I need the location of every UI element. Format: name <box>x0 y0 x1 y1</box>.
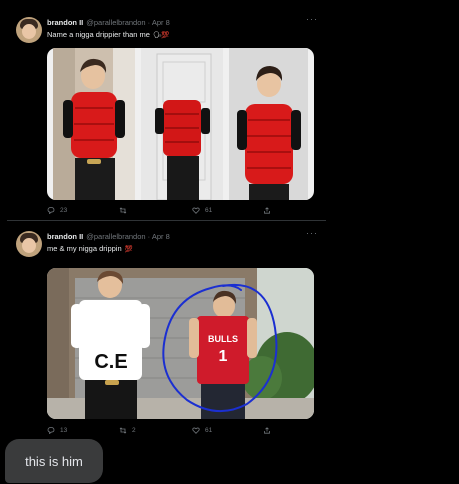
tweet-emoji: 💯 <box>124 246 133 253</box>
share-button[interactable] <box>263 207 271 214</box>
reply-count: 13 <box>60 427 68 434</box>
share-icon <box>264 427 270 434</box>
jersey-number: 1 <box>219 348 228 365</box>
tweet-text: Name a nigga drippier than me 🗣💯 <box>47 30 169 39</box>
photo-back-image <box>141 48 223 200</box>
tweet[interactable]: brandon II @parallelbrandon · Apr 8 ··· N… <box>7 8 326 221</box>
reply-button[interactable]: 13 <box>47 427 67 434</box>
tweet-header: brandon II @parallelbrandon · Apr 8 <box>47 232 170 241</box>
share-icon <box>264 207 270 214</box>
handle-and-date: @parallelbrandon · Apr 8 <box>86 18 170 27</box>
heart-icon <box>192 207 200 214</box>
tweet-text-body: Name a nigga drippier than me <box>47 30 150 39</box>
tweet[interactable]: brandon II @parallelbrandon · Apr 8 ··· m… <box>7 222 326 440</box>
retweet-button[interactable]: 2 <box>119 427 136 434</box>
tweet-divider <box>7 220 326 221</box>
photo-front-2-image <box>229 48 308 200</box>
handle-and-date: @parallelbrandon · Apr 8 <box>86 232 170 241</box>
chat-message-bubble[interactable]: this is him <box>5 439 103 483</box>
tweet-header: brandon II @parallelbrandon · Apr 8 <box>47 18 170 27</box>
share-button[interactable] <box>263 427 271 434</box>
photo-front-2[interactable] <box>229 48 308 200</box>
retweet-count: 2 <box>132 427 136 434</box>
like-count: 61 <box>205 427 213 434</box>
more-options-icon[interactable]: ··· <box>306 228 318 238</box>
photo-front[interactable] <box>53 48 135 200</box>
tweet-text: me & my nigga drippin 💯 <box>47 244 133 253</box>
more-options-icon[interactable]: ··· <box>306 14 318 24</box>
tweet-emoji: 🗣💯 <box>153 32 170 39</box>
reply-icon <box>47 207 55 214</box>
retweet-icon <box>119 207 127 214</box>
reply-button[interactable]: 23 <box>47 207 67 214</box>
chat-message-text: this is him <box>25 453 83 469</box>
reply-count: 23 <box>60 207 68 214</box>
retweet-icon <box>119 427 127 434</box>
like-button[interactable]: 61 <box>192 427 212 434</box>
reply-icon <box>47 427 55 434</box>
tweet-media-photos[interactable] <box>47 48 314 200</box>
display-name[interactable]: brandon II <box>47 18 83 27</box>
heart-icon <box>192 427 200 434</box>
avatar[interactable] <box>16 231 42 257</box>
photo-front-image <box>53 48 135 200</box>
jersey-text: BULLS <box>208 334 238 344</box>
tweet-text-body: me & my nigga drippin <box>47 244 122 253</box>
like-button[interactable]: 61 <box>192 207 212 214</box>
like-count: 61 <box>205 207 213 214</box>
retweet-button[interactable] <box>119 207 132 214</box>
photo-two-boys: C.E BULLS 1 <box>47 268 314 419</box>
avatar[interactable] <box>16 17 42 43</box>
photo-back[interactable] <box>141 48 223 200</box>
shirt-text: C.E <box>94 351 127 373</box>
display-name[interactable]: brandon II <box>47 232 83 241</box>
tweet-media-photo[interactable]: C.E BULLS 1 <box>47 268 314 419</box>
tweet-feed: brandon II @parallelbrandon · Apr 8 ··· N… <box>7 8 326 440</box>
